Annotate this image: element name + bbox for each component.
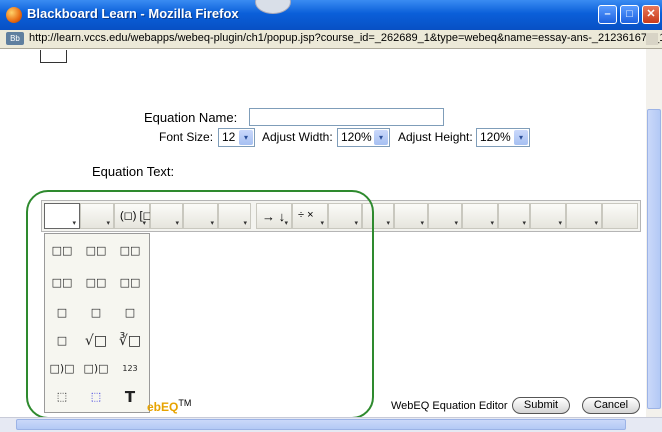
equation-text-label: Equation Text:	[92, 164, 175, 179]
window-titlebar: Blackboard Learn - Mozilla Firefox – □ ✕	[0, 0, 662, 30]
address-bar: Bb http://learn.vccs.edu/webapps/webeq-p…	[0, 30, 662, 49]
toolbar-dropdown-12[interactable]: ▾	[428, 203, 462, 229]
lock-icon	[646, 33, 658, 45]
vertical-scrollbar[interactable]	[646, 49, 662, 418]
firefox-icon	[6, 7, 22, 23]
minimize-button[interactable]: –	[598, 5, 617, 24]
editor-label: WebEQ Equation Editor	[391, 400, 508, 412]
equation-name-input[interactable]	[249, 108, 444, 126]
document-icon	[40, 50, 67, 63]
font-size-select[interactable]: 12 ▾	[218, 128, 255, 147]
webeq-logo: ebEQTM	[147, 398, 192, 414]
font-size-value: 12	[222, 130, 236, 144]
adjust-height-select[interactable]: 120% ▾	[476, 128, 530, 147]
horizontal-scrollbar[interactable]	[0, 417, 662, 432]
chevron-down-icon[interactable]: ▾	[374, 130, 388, 145]
window-title: Blackboard Learn - Mozilla Firefox	[27, 6, 239, 21]
toolbar-dropdown-17[interactable]	[602, 203, 638, 229]
close-button[interactable]: ✕	[642, 5, 660, 24]
site-icon: Bb	[6, 32, 24, 45]
adjust-height-value: 120%	[480, 130, 511, 144]
toolbar-dropdown-13[interactable]: ▾	[462, 203, 498, 229]
adjust-height-label: Adjust Height:	[398, 130, 473, 144]
maximize-button[interactable]: □	[620, 5, 639, 24]
toolbar-dropdown-15[interactable]: ▾	[530, 203, 566, 229]
cancel-button[interactable]: Cancel	[582, 397, 640, 414]
toolbar-dropdown-11[interactable]: ▾	[394, 203, 428, 229]
chevron-down-icon[interactable]: ▾	[514, 130, 528, 145]
submit-button[interactable]: Submit	[512, 397, 570, 414]
font-size-label: Font Size:	[159, 130, 214, 144]
horizontal-scroll-thumb[interactable]	[16, 419, 626, 430]
equation-name-label: Equation Name:	[144, 110, 238, 125]
vertical-scroll-thumb[interactable]	[647, 109, 661, 409]
adjust-width-value: 120%	[341, 130, 372, 144]
chevron-down-icon[interactable]: ▾	[239, 130, 253, 145]
highlight-annotation	[26, 190, 374, 419]
adjust-width-select[interactable]: 120% ▾	[337, 128, 390, 147]
toolbar-dropdown-14[interactable]: ▾	[498, 203, 530, 229]
toolbar-dropdown-16[interactable]: ▾	[566, 203, 602, 229]
adjust-width-label: Adjust Width:	[262, 130, 333, 144]
url-text[interactable]: http://learn.vccs.edu/webapps/webeq-plug…	[29, 32, 662, 44]
